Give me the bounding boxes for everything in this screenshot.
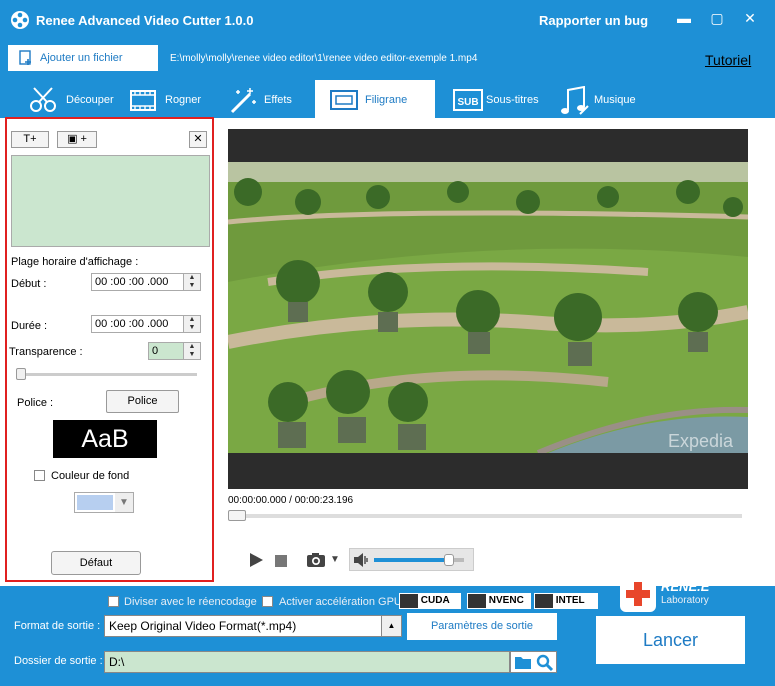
tutorial-link[interactable]: Tutoriel xyxy=(705,52,751,68)
output-folder-input[interactable]: D:\ xyxy=(104,651,510,673)
tab-sous-titres[interactable]: SUB Sous-titres xyxy=(450,80,555,118)
split-reencode-checkbox[interactable] xyxy=(108,596,119,607)
search-icon[interactable] xyxy=(536,654,554,672)
nvenc-label: NVENC xyxy=(488,595,524,606)
tab-label: Musique xyxy=(594,94,636,106)
intel-badge[interactable]: INTEL xyxy=(534,593,598,609)
tab-effets[interactable]: Effets xyxy=(224,80,314,118)
output-folder-label: Dossier de sortie : xyxy=(14,655,103,667)
volume-fill xyxy=(374,558,449,562)
background-color-picker[interactable]: ▼ xyxy=(74,492,134,513)
tab-musique[interactable]: Musique xyxy=(556,80,656,118)
magic-wand-icon xyxy=(230,88,256,114)
maximize-icon[interactable]: ▢ xyxy=(707,10,727,27)
app-logo-icon xyxy=(11,11,29,29)
logo-brand: RENE.E xyxy=(661,579,710,594)
tab-filigrane[interactable]: Filigrane xyxy=(315,80,435,118)
chevron-down-icon[interactable]: ▼ xyxy=(115,493,133,512)
gpu-acceleration-checkbox[interactable] xyxy=(262,596,273,607)
display-range-label: Plage horaire d'affichage : xyxy=(11,256,139,268)
cuda-label: CUDA xyxy=(420,595,450,606)
add-image-watermark-button[interactable]: ▣ + xyxy=(57,131,97,148)
watermark-panel: T+ ▣ + ✕ Plage horaire d'affichage : Déb… xyxy=(5,117,214,582)
add-file-icon xyxy=(19,50,31,65)
play-icon[interactable] xyxy=(250,553,263,567)
transparency-slider[interactable] xyxy=(17,373,197,376)
stop-icon[interactable] xyxy=(275,555,287,567)
add-file-label: Ajouter un fichier xyxy=(40,52,123,64)
launch-button[interactable]: Lancer xyxy=(596,616,745,664)
duration-input[interactable]: 00 :00 :00 .000 xyxy=(91,315,185,333)
music-icon xyxy=(561,86,589,115)
watermark-preview xyxy=(11,155,210,247)
nvenc-badge[interactable]: NVENC xyxy=(467,593,531,609)
transparency-input[interactable]: 0 xyxy=(148,342,184,360)
folder-actions xyxy=(510,651,557,673)
video-preview[interactable]: Expedia xyxy=(228,129,748,489)
volume-handle[interactable] xyxy=(443,554,454,566)
seek-bar[interactable] xyxy=(228,514,742,518)
cuda-badge[interactable]: CUDA xyxy=(399,593,461,609)
add-text-watermark-button[interactable]: T+ xyxy=(11,131,49,148)
tab-label: Découper xyxy=(66,94,114,106)
transparency-slider-handle[interactable] xyxy=(16,368,26,380)
folder-icon[interactable] xyxy=(514,655,532,670)
font-button[interactable]: Police xyxy=(106,390,179,413)
tab-label: Effets xyxy=(264,94,292,106)
start-time-stepper[interactable]: ▲ ▼ xyxy=(183,273,201,291)
volume-control[interactable] xyxy=(349,548,474,571)
output-format-label: Format de sortie : xyxy=(14,620,101,632)
close-watermark-button[interactable]: ✕ xyxy=(189,131,207,148)
logo-subtitle: Laboratory xyxy=(661,595,709,606)
video-watermark-text: Expedia xyxy=(668,431,734,451)
start-label: Début : xyxy=(11,278,47,290)
snapshot-dropdown-icon[interactable]: ▼ xyxy=(330,554,340,565)
background-color-checkbox[interactable] xyxy=(34,470,45,481)
bottom-bar: Diviser avec le réencodage Activer accél… xyxy=(0,576,775,686)
time-display: 00:00:00.000 / 00:00:23.196 xyxy=(228,495,354,506)
scissors-icon xyxy=(30,87,56,112)
transparency-label: Transparence : xyxy=(9,346,83,358)
file-path: E:\molly\molly\renee video editor\1\rene… xyxy=(170,53,478,64)
title-bar: Renee Advanced Video Cutter 1.0.0 Rappor… xyxy=(0,0,775,40)
watermark-icon xyxy=(330,90,358,110)
report-bug-link[interactable]: Rapporter un bug xyxy=(539,13,648,28)
output-format-select[interactable]: Keep Original Video Format(*.mp4) xyxy=(104,615,382,637)
duration-stepper[interactable]: ▲ ▼ xyxy=(183,315,201,333)
tab-rogner[interactable]: Rogner xyxy=(126,80,224,118)
video-frame: Expedia xyxy=(228,162,748,453)
tab-label: Filigrane xyxy=(365,94,408,106)
duration-label: Durée : xyxy=(11,320,48,332)
font-label: Police : xyxy=(17,397,54,409)
subtitle-icon: SUB xyxy=(453,89,483,111)
transparency-stepper[interactable]: ▲ ▼ xyxy=(183,342,201,360)
start-time-input[interactable]: 00 :00 :00 .000 xyxy=(91,273,185,291)
svg-text:SUB: SUB xyxy=(457,97,478,108)
tab-label: Sous-titres xyxy=(486,94,539,106)
seek-handle[interactable] xyxy=(228,510,246,521)
camera-icon[interactable] xyxy=(306,552,326,568)
minimize-icon[interactable]: ▬ xyxy=(674,10,694,26)
split-reencode-label: Diviser avec le réencodage xyxy=(124,596,257,608)
app-title: Renee Advanced Video Cutter 1.0.0 xyxy=(36,13,254,28)
default-button[interactable]: Défaut xyxy=(51,551,141,575)
close-icon[interactable]: ✕ xyxy=(740,10,760,27)
output-settings-button[interactable]: Paramètres de sortie xyxy=(407,613,557,640)
intel-label: INTEL xyxy=(555,595,585,606)
crop-icon xyxy=(130,90,156,111)
background-color-label: Couleur de fond xyxy=(51,470,130,482)
tab-decouper[interactable]: Découper xyxy=(26,80,126,118)
color-swatch xyxy=(77,495,113,510)
format-dropdown-icon[interactable]: ▲ xyxy=(381,615,402,637)
font-preview: AaB xyxy=(53,420,157,458)
volume-icon[interactable] xyxy=(353,553,369,567)
add-file-button[interactable]: Ajouter un fichier xyxy=(8,45,158,71)
gpu-acceleration-label: Activer accélération GPU xyxy=(279,596,402,608)
tab-label: Rogner xyxy=(165,94,202,106)
renee-logo-icon xyxy=(620,576,656,612)
